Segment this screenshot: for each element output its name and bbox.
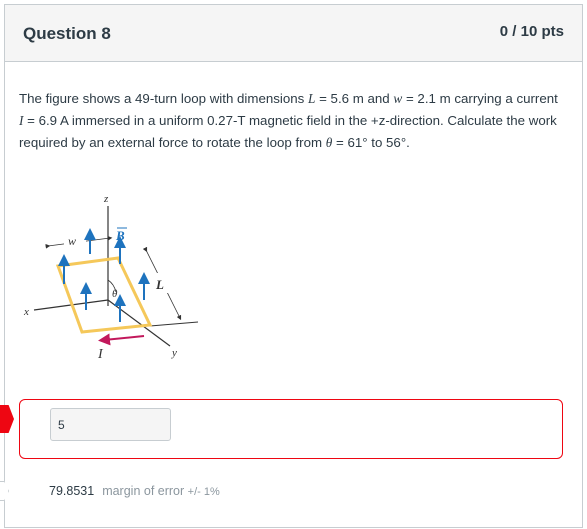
question-points: 0 / 10 pts [499, 23, 564, 40]
answer-container: 5 [19, 399, 563, 459]
answer-input[interactable]: 5 [50, 408, 171, 441]
b-label: B [115, 228, 125, 243]
question-title: Question 8 [23, 24, 111, 43]
question-header: Question 8 0 / 10 pts [5, 5, 582, 62]
loop-figure: z w B θ L x I y [23, 193, 199, 362]
w-label: w [68, 234, 76, 248]
margin-label: margin of error [102, 484, 185, 498]
z-axis-label: z [103, 193, 109, 205]
x-axis-label: x [23, 306, 29, 318]
margin-value: +/- 1% [187, 486, 220, 498]
current-arrow [98, 333, 145, 346]
y-axis-label: y [171, 347, 177, 359]
l-label: L [155, 277, 164, 292]
i-label: I [97, 347, 104, 362]
question-text: The figure shows a 49-turn loop with dim… [19, 91, 558, 150]
correct-answer-value: 79.8531 [49, 484, 95, 498]
theta-label: θ [112, 288, 118, 300]
correct-answer-row: 79.8531 margin of error +/- 1% [49, 484, 220, 498]
